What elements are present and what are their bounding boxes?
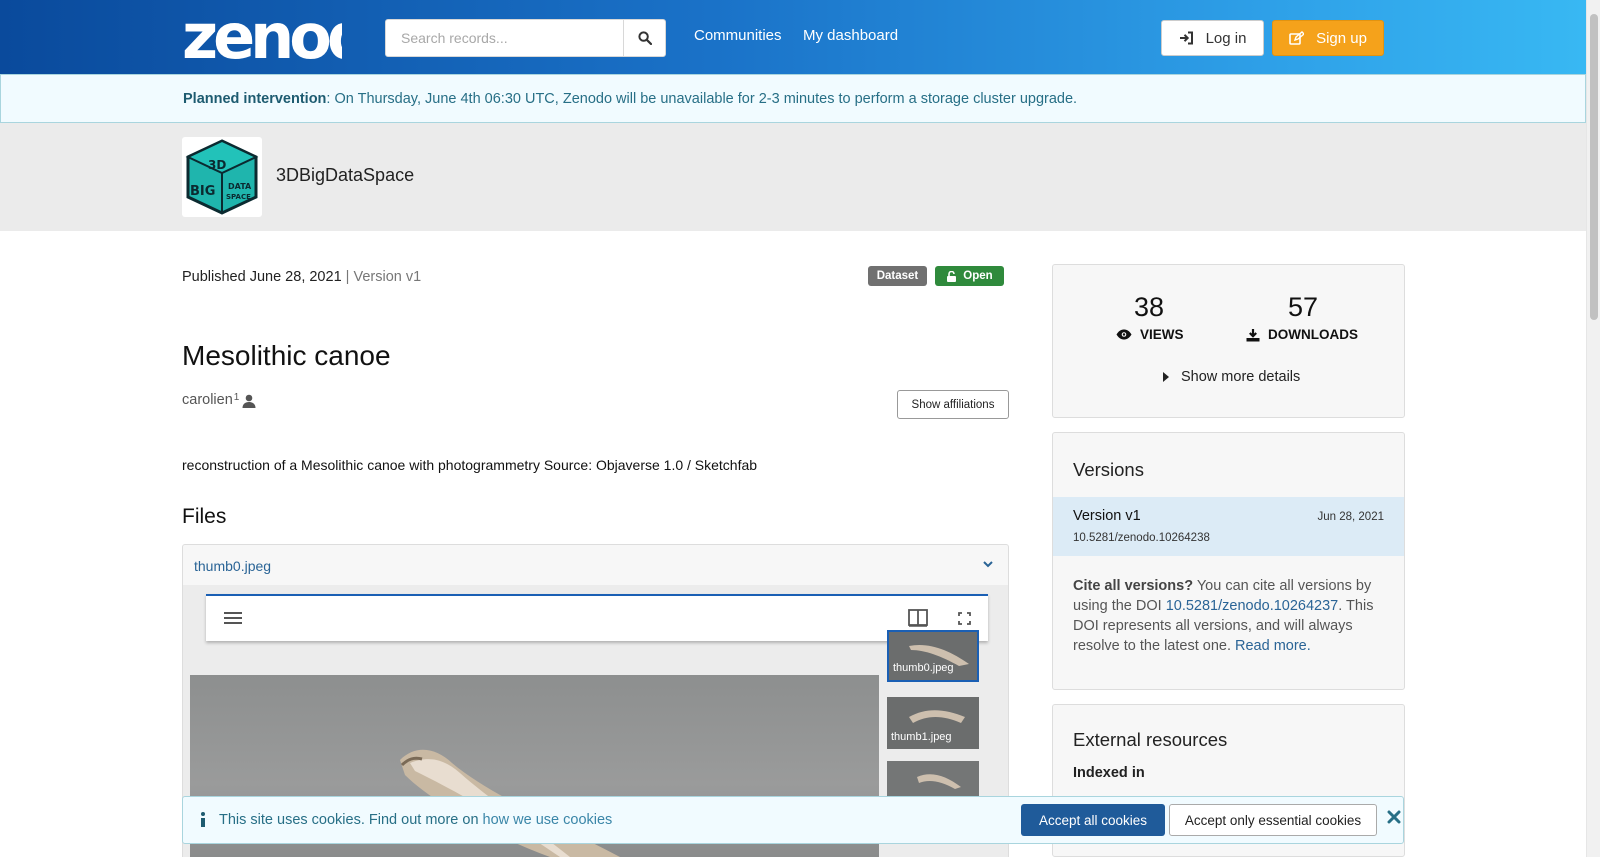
signup-label: Sign up — [1316, 29, 1367, 47]
eye-icon — [1116, 329, 1132, 340]
thumbnail-label: thumb1.jpeg — [891, 731, 952, 743]
maintenance-banner: Planned intervention: On Thursday, June … — [0, 74, 1586, 123]
external-resources-heading: External resources — [1073, 729, 1228, 750]
thumbnail-item[interactable]: thumb1.jpeg — [887, 697, 979, 749]
scrollbar-thumb[interactable] — [1590, 14, 1598, 320]
cookie-banner: This site uses cookies. Find out more on… — [182, 796, 1404, 844]
community-name[interactable]: 3DBigDataSpace — [276, 165, 414, 186]
nav-communities[interactable]: Communities — [694, 27, 782, 44]
show-more-details[interactable]: Show more details — [1163, 369, 1300, 385]
search-input[interactable] — [386, 20, 625, 56]
info-icon — [201, 812, 205, 827]
version-name[interactable]: Version v1 — [1073, 508, 1141, 524]
search-box — [385, 19, 666, 57]
record-title: Mesolithic canoe — [182, 340, 391, 371]
show-affiliations-button[interactable]: Show affiliations — [897, 390, 1009, 419]
version-date: Jun 28, 2021 — [1317, 511, 1384, 523]
banner-label: Planned intervention — [183, 91, 327, 107]
signup-button[interactable]: Sign up — [1272, 20, 1384, 56]
versions-heading: Versions — [1073, 459, 1144, 480]
access-label: Open — [963, 270, 993, 282]
download-icon — [1246, 328, 1260, 341]
views-label-text: VIEWS — [1140, 327, 1184, 342]
version-label: Version v1 — [353, 269, 422, 285]
cookie-policy-link[interactable]: how we use cookies — [483, 812, 613, 828]
user-icon — [242, 394, 256, 408]
show-more-label: Show more details — [1181, 369, 1301, 385]
banner-text: Planned intervention: On Thursday, June … — [183, 91, 1077, 107]
page-scrollbar[interactable] — [1586, 0, 1600, 857]
search-button[interactable] — [623, 20, 665, 56]
cookie-text: This site uses cookies. Find out more on… — [219, 812, 612, 828]
views-label: VIEWS — [1116, 327, 1184, 342]
nav-my-dashboard[interactable]: My dashboard — [803, 27, 898, 44]
read-more-link[interactable]: Read more. — [1235, 638, 1311, 654]
svg-text:zenodo: zenodo — [182, 6, 342, 66]
community-logo[interactable]: 3D BIG DATA SPACE — [182, 137, 262, 217]
zenodo-logo[interactable]: zenodo — [182, 0, 411, 73]
login-button[interactable]: Log in — [1161, 20, 1264, 56]
record-description: reconstruction of a Mesolithic canoe wit… — [182, 457, 758, 473]
cite-question: Cite all versions? — [1073, 578, 1194, 594]
views-count: 38 — [1134, 292, 1165, 322]
file-accordion[interactable]: thumb0.jpeg — [182, 544, 1009, 586]
svg-text:BIG: BIG — [190, 184, 215, 199]
close-icon[interactable] — [1386, 809, 1402, 825]
svg-text:DATA: DATA — [228, 182, 252, 191]
concept-doi-link[interactable]: 10.5281/zenodo.10264237 — [1166, 598, 1339, 614]
fullscreen-icon[interactable] — [958, 612, 971, 625]
thumbnail-label: thumb0.jpeg — [893, 662, 954, 674]
unlock-icon — [947, 270, 957, 282]
accept-all-cookies-button[interactable]: Accept all cookies — [1021, 804, 1165, 836]
access-badge: Open — [935, 266, 1004, 286]
publication-info: Published June 28, 2021 | Version v1 — [182, 269, 421, 285]
indexed-in-label: Indexed in — [1073, 765, 1145, 781]
chevron-down-icon[interactable] — [982, 558, 994, 570]
svg-text:SPACE: SPACE — [226, 193, 251, 201]
accept-essential-cookies-button[interactable]: Accept only essential cookies — [1169, 804, 1377, 836]
publication-date: Published June 28, 2021 — [182, 269, 342, 285]
top-header: zenodo Communities My dashboard Log in S… — [0, 0, 1586, 74]
community-header: 3D BIG DATA SPACE 3DBigDataSpace — [0, 123, 1586, 231]
versions-card: Versions Version v1 Jun 28, 2021 10.5281… — [1052, 432, 1405, 690]
creator: carolien 1 — [182, 392, 256, 408]
version-item[interactable]: Version v1 Jun 28, 2021 10.5281/zenodo.1… — [1053, 497, 1404, 556]
downloads-label: DOWNLOADS — [1246, 327, 1358, 342]
banner-message: : On Thursday, June 4th 06:30 UTC, Zenod… — [326, 91, 1078, 107]
edit-icon — [1289, 30, 1305, 45]
cookie-message: This site uses cookies. Find out more on — [219, 812, 483, 828]
file-name[interactable]: thumb0.jpeg — [194, 558, 271, 574]
login-label: Log in — [1205, 29, 1247, 47]
caret-right-icon — [1163, 372, 1169, 382]
sign-in-icon — [1179, 31, 1193, 45]
viewer-toolbar — [206, 594, 988, 641]
version-doi: 10.5281/zenodo.10264238 — [1073, 532, 1210, 544]
cite-all-versions: Cite all versions? You can cite all vers… — [1073, 576, 1385, 656]
files-heading: Files — [182, 505, 227, 528]
search-icon — [637, 31, 652, 45]
downloads-count: 57 — [1288, 292, 1319, 322]
menu-icon[interactable] — [224, 611, 242, 625]
creator-affiliation-index: 1 — [233, 392, 240, 403]
downloads-label-text: DOWNLOADS — [1268, 327, 1358, 342]
book-view-icon[interactable] — [908, 609, 928, 627]
creator-name[interactable]: carolien — [182, 392, 233, 408]
stats-card: 38 VIEWS 57 DOWNLOADS Show more details — [1052, 264, 1405, 418]
resource-type-badge: Dataset — [868, 266, 927, 286]
svg-text:3D: 3D — [208, 158, 226, 172]
separator: | — [341, 269, 354, 285]
thumbnail-item[interactable]: thumb0.jpeg — [887, 630, 979, 682]
